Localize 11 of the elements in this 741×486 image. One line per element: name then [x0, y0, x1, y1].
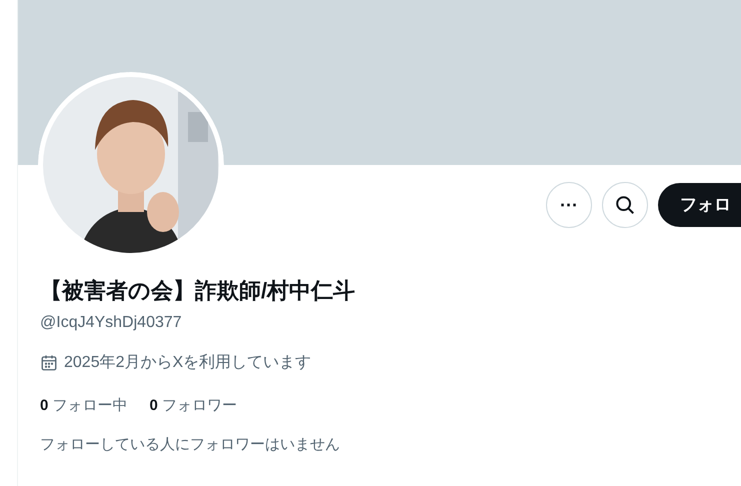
display-name: 【被害者の会】詐欺師/村中仁斗 [40, 277, 356, 305]
user-handle: @IcqJ4YshDj40377 [40, 313, 183, 333]
search-button[interactable] [602, 182, 648, 228]
follow-stat-link[interactable]: 0 フォロワー [150, 395, 238, 418]
follow-button[interactable]: フォロ [658, 183, 741, 227]
calendar-icon [40, 354, 58, 372]
search-icon [614, 194, 636, 216]
followers-note: フォローしている人にフォロワーはいません [40, 434, 341, 454]
follow-stat-link[interactable]: 0 フォロー中 [40, 395, 128, 418]
join-date: 2025年2月からXを利用しています [64, 352, 312, 373]
more-button[interactable]: ··· [546, 182, 592, 228]
